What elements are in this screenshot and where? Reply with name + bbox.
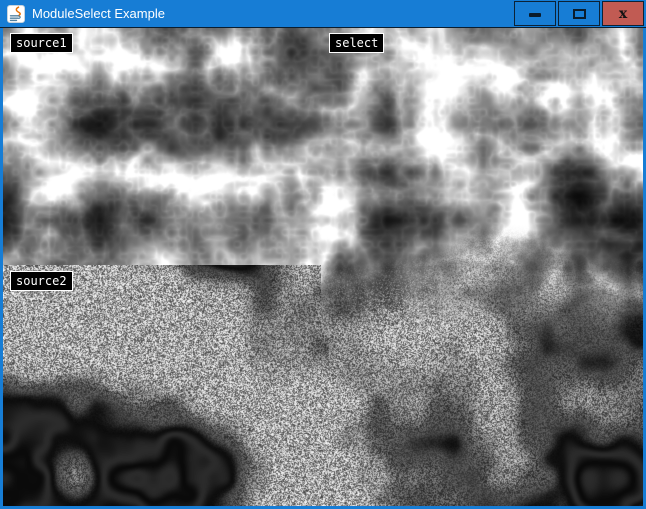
source1-noise-image [3, 28, 321, 265]
maximize-icon [573, 9, 586, 19]
maximize-button[interactable] [558, 1, 600, 26]
minimize-button[interactable] [514, 1, 556, 26]
close-icon: x [619, 7, 627, 21]
app-window: ModuleSelect Example x source1 select so… [0, 0, 646, 509]
java-app-icon [7, 5, 25, 23]
window-controls: x [514, 1, 644, 26]
source1-label: source1 [10, 33, 73, 53]
source2-noise-image [3, 265, 321, 506]
client-area: source1 select source2 [3, 28, 643, 506]
select-label: select [329, 33, 384, 53]
minimize-icon [529, 13, 541, 17]
titlebar[interactable]: ModuleSelect Example x [0, 0, 646, 28]
close-button[interactable]: x [602, 1, 644, 26]
window-title: ModuleSelect Example [32, 0, 165, 27]
source2-label: source2 [10, 271, 73, 291]
